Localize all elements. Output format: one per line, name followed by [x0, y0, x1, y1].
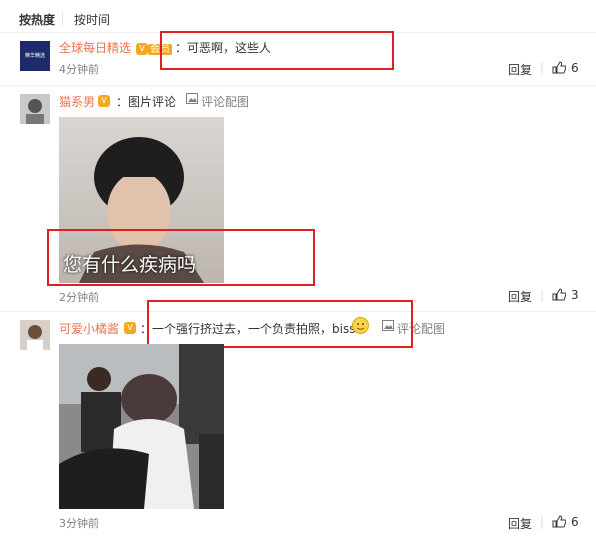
- avatar[interactable]: 精华精选: [20, 41, 50, 71]
- avatar-logo-text: 精华精选: [24, 53, 45, 59]
- like-count: 3: [571, 288, 579, 302]
- avatar[interactable]: [20, 94, 50, 124]
- action-divider: |: [540, 288, 545, 302]
- action-divider: |: [540, 515, 545, 529]
- like-count: 6: [571, 515, 579, 529]
- thumbs-up-icon: [552, 61, 567, 74]
- like-count: 6: [571, 61, 579, 75]
- highlight-box: [160, 31, 394, 70]
- sort-by-hot-tab[interactable]: 按热度: [19, 11, 55, 28]
- comment-image-link[interactable]: 评论配图: [201, 93, 249, 110]
- highlight-box: [147, 300, 413, 348]
- avatar-person-icon: [26, 99, 44, 124]
- like-button[interactable]: [552, 288, 567, 304]
- divider: [0, 85, 596, 86]
- action-divider: |: [540, 61, 545, 75]
- crowd-photo: [59, 344, 224, 509]
- like-button[interactable]: [552, 515, 567, 531]
- comment-time: 2分钟前: [59, 291, 99, 304]
- sort-by-time-tab[interactable]: 按时间: [74, 11, 110, 28]
- image-icon: [186, 93, 198, 107]
- reply-button[interactable]: 回复: [508, 288, 532, 305]
- thumbs-up-icon: [552, 515, 567, 528]
- comment-username[interactable]: 猫系男: [59, 93, 95, 110]
- highlight-box: [47, 229, 315, 286]
- like-button[interactable]: [552, 61, 567, 77]
- comment-username[interactable]: 全球每日精选: [59, 39, 131, 56]
- thumbs-up-icon: [552, 288, 567, 301]
- sort-divider: [62, 13, 63, 25]
- avatar[interactable]: [20, 320, 50, 350]
- comment-time: 3分钟前: [59, 517, 99, 530]
- comment-time: 4分钟前: [59, 63, 99, 76]
- vip-icon: V: [98, 93, 110, 107]
- comment-username[interactable]: 可爱小橘酱: [59, 320, 119, 337]
- reply-button[interactable]: 回复: [508, 515, 532, 532]
- reply-button[interactable]: 回复: [508, 61, 532, 78]
- comment-text: ：图片评论: [116, 95, 177, 109]
- comment-image[interactable]: [59, 344, 224, 509]
- avatar-person-icon: [27, 325, 43, 350]
- vip-icon: V: [124, 320, 136, 334]
